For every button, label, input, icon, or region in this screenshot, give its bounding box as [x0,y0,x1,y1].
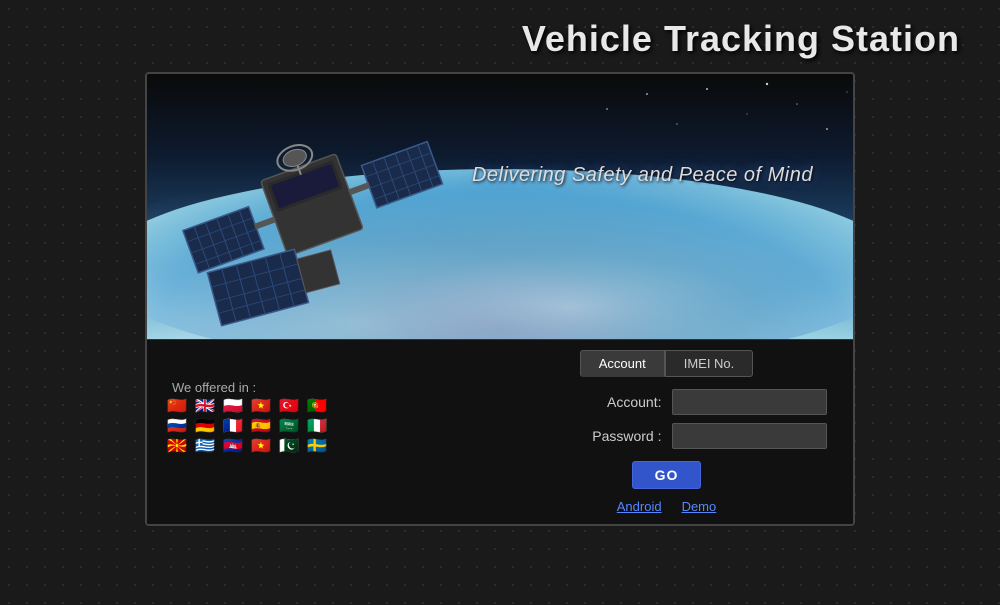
satellite-image [177,104,457,334]
login-form-area: Account IMEI No. Account: Password : GO … [500,350,833,514]
flag-sa[interactable]: 🇸🇦 [279,419,303,435]
android-link[interactable]: Android [617,499,662,514]
flag-pk[interactable]: 🇵🇰 [279,439,303,455]
main-container: Delivering Safety and Peace of Mind We o… [145,72,855,526]
demo-link[interactable]: Demo [682,499,717,514]
password-input[interactable] [672,423,827,449]
page-title: Vehicle Tracking Station [0,0,1000,70]
flag-it[interactable]: 🇮🇹 [307,419,331,435]
tab-account[interactable]: Account [580,350,665,377]
flag-cn[interactable]: 🇨🇳 [167,399,191,415]
flag-se[interactable]: 🇸🇪 [307,439,331,455]
subtitle-text: Delivering Safety and Peace of Mind [472,164,813,187]
flag-gb[interactable]: 🇬🇧 [195,399,219,415]
flag-pl[interactable]: 🇵🇱 [223,399,247,415]
flag-fr[interactable]: 🇫🇷 [223,419,247,435]
language-label: We offered in : [167,380,500,395]
flags-wrapper: 🇨🇳 🇬🇧 🇵🇱 🇻🇳 🇹🇷 🇵🇹 🇷🇺 🇩🇪 🇫🇷 🇪🇸 🇸🇦 🇮🇹 [167,399,500,455]
flags-row-2: 🇷🇺 🇩🇪 🇫🇷 🇪🇸 🇸🇦 🇮🇹 [167,419,500,435]
bottom-section: We offered in : 🇨🇳 🇬🇧 🇵🇱 🇻🇳 🇹🇷 🇵🇹 🇷🇺 🇩🇪 … [147,339,853,524]
flag-de[interactable]: 🇩🇪 [195,419,219,435]
account-label: Account: [582,394,662,410]
flag-vn[interactable]: 🇻🇳 [251,399,275,415]
tab-imei[interactable]: IMEI No. [665,350,754,377]
flag-kh[interactable]: 🇰🇭 [223,439,247,455]
account-input[interactable] [672,389,827,415]
tabs-row: Account IMEI No. [580,350,754,377]
account-row: Account: [507,389,827,415]
flag-pt[interactable]: 🇵🇹 [307,399,331,415]
satellite-area: Delivering Safety and Peace of Mind [147,74,853,339]
flags-row-3: 🇲🇰 🇬🇷 🇰🇭 🇻🇳 🇵🇰 🇸🇪 [167,439,500,455]
form-section: Account: Password : GO Android Demo [507,389,827,514]
flag-es[interactable]: 🇪🇸 [251,419,275,435]
links-row: Android Demo [617,499,717,514]
flag-gr[interactable]: 🇬🇷 [195,439,219,455]
flag-tr[interactable]: 🇹🇷 [279,399,303,415]
password-row: Password : [507,423,827,449]
go-button[interactable]: GO [632,461,702,489]
language-section: We offered in : 🇨🇳 🇬🇧 🇵🇱 🇻🇳 🇹🇷 🇵🇹 🇷🇺 🇩🇪 … [167,350,500,455]
flag-mk[interactable]: 🇲🇰 [167,439,191,455]
flag-ru[interactable]: 🇷🇺 [167,419,191,435]
flags-row-1: 🇨🇳 🇬🇧 🇵🇱 🇻🇳 🇹🇷 🇵🇹 [167,399,500,415]
flag-vn2[interactable]: 🇻🇳 [251,439,275,455]
password-label: Password : [582,428,662,444]
